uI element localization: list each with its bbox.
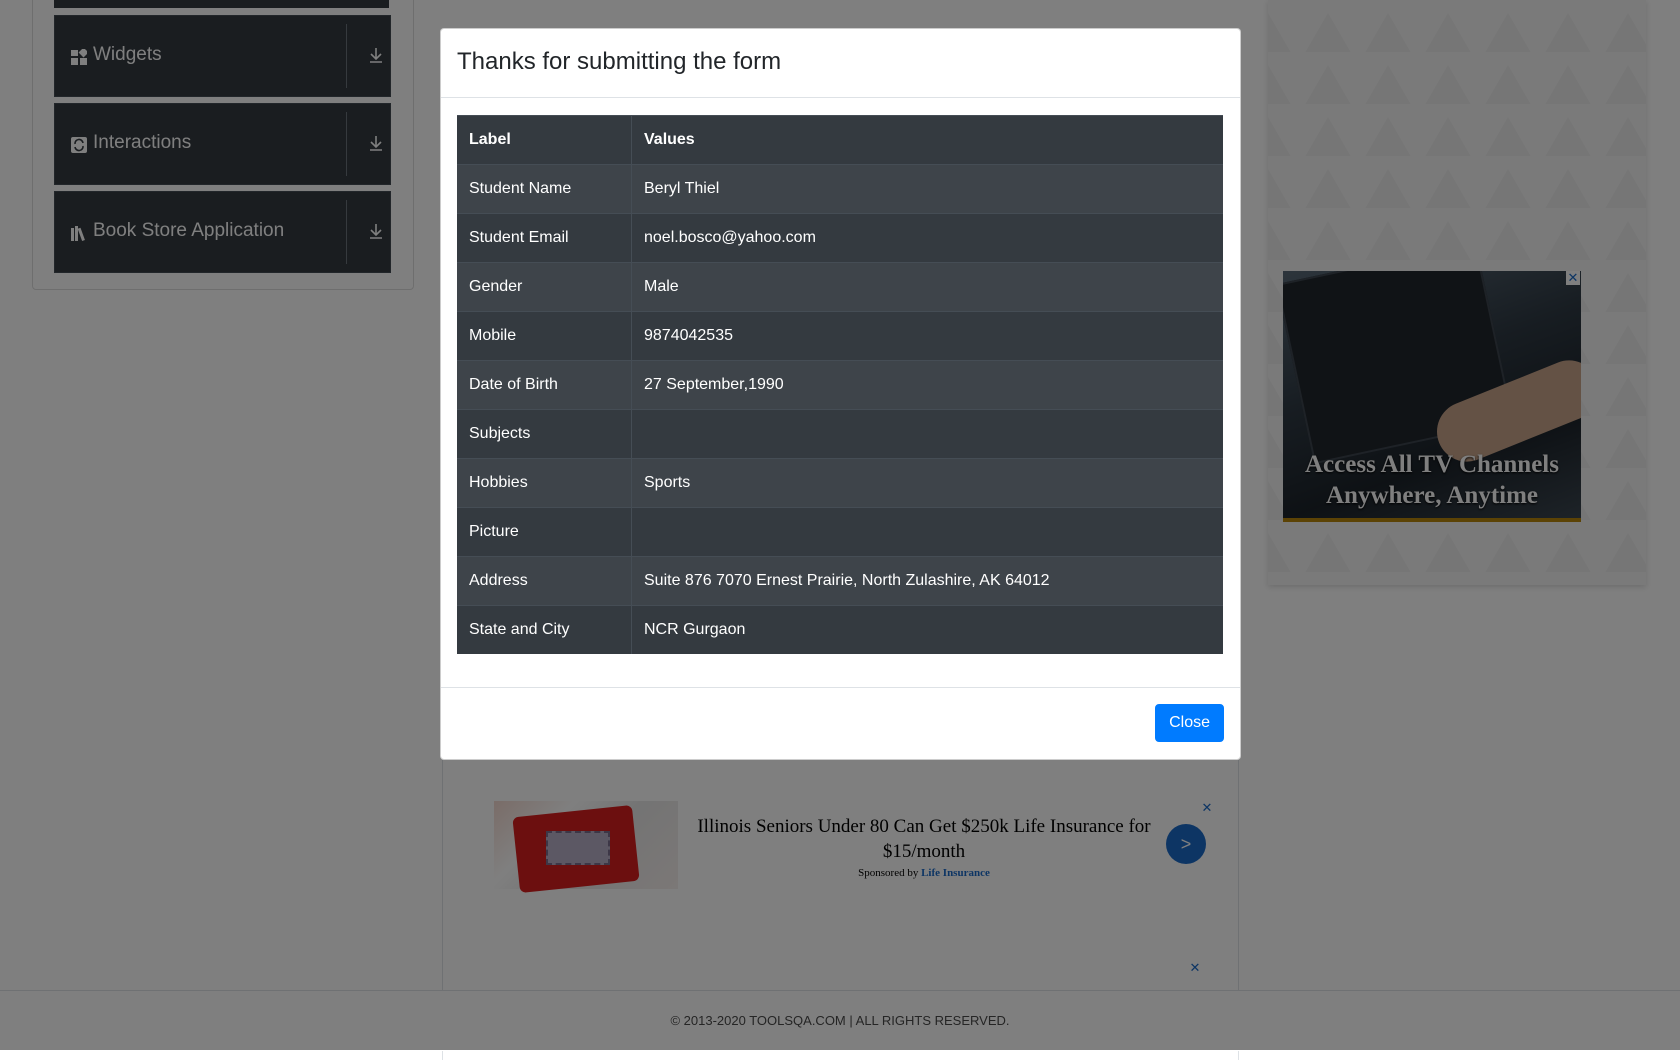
table-row: Mobile 9874042535 [457, 311, 1223, 361]
table-row: Student Name Beryl Thiel [457, 164, 1223, 214]
table-row: Hobbies Sports [457, 458, 1223, 508]
table-row: Picture [457, 507, 1223, 557]
row-value [631, 507, 1223, 557]
row-value: 27 September,1990 [631, 360, 1223, 410]
table-row: State and City NCR Gurgaon [457, 605, 1223, 654]
row-label: Hobbies [457, 458, 632, 508]
submission-modal: Thanks for submitting the form Label Val… [440, 28, 1241, 760]
row-value: Beryl Thiel [631, 164, 1223, 214]
row-label: Date of Birth [457, 360, 632, 410]
column-header: Label [457, 115, 632, 165]
row-value: noel.bosco@yahoo.com [631, 213, 1223, 263]
row-value: Suite 876 7070 Ernest Prairie, North Zul… [631, 556, 1223, 606]
row-label: Subjects [457, 409, 632, 459]
modal-footer: Close [441, 687, 1240, 760]
table-row: Subjects [457, 409, 1223, 459]
table-header-row: Label Values [457, 115, 1223, 165]
modal-header: Thanks for submitting the form [441, 29, 1240, 98]
row-label: Gender [457, 262, 632, 312]
row-value: NCR Gurgaon [631, 605, 1223, 654]
close-button[interactable]: Close [1155, 704, 1224, 742]
row-value [631, 409, 1223, 459]
table-row: Date of Birth 27 September,1990 [457, 360, 1223, 410]
row-label: Student Email [457, 213, 632, 263]
results-table: Label Values Student Name Beryl Thiel Stu… [457, 115, 1223, 654]
row-label: Address [457, 556, 632, 606]
row-label: State and City [457, 605, 632, 654]
row-value: 9874042535 [631, 311, 1223, 361]
row-value: Male [631, 262, 1223, 312]
column-header: Values [631, 115, 1223, 165]
table-row: Student Email noel.bosco@yahoo.com [457, 213, 1223, 263]
row-label: Student Name [457, 164, 632, 214]
row-value: Sports [631, 458, 1223, 508]
table-row: Gender Male [457, 262, 1223, 312]
table-row: Address Suite 876 7070 Ernest Prairie, No… [457, 556, 1223, 606]
row-label: Picture [457, 507, 632, 557]
row-label: Mobile [457, 311, 632, 361]
modal-title: Thanks for submitting the form [457, 48, 782, 75]
